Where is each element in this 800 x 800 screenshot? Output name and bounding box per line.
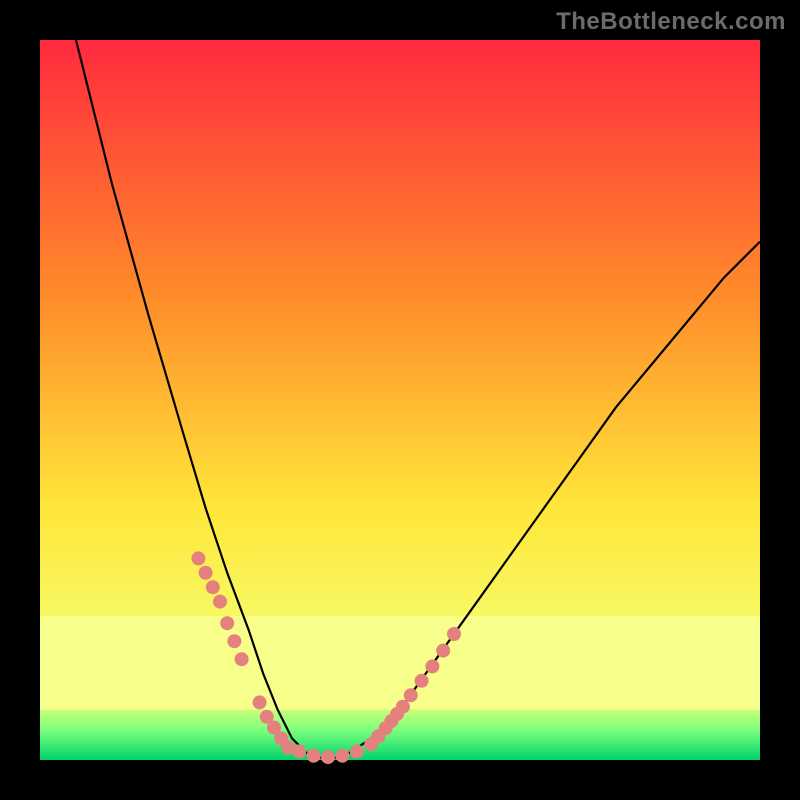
dot-dots-left (191, 551, 205, 565)
chart-svg (40, 40, 760, 760)
dot-dots-left (199, 566, 213, 580)
dot-dots-left (213, 595, 227, 609)
dot-dots-bottom (321, 750, 335, 764)
dot-dots-left (253, 695, 267, 709)
dot-dots-left (206, 580, 220, 594)
dot-dots-bottom (350, 744, 364, 758)
dot-dots-bottom (335, 749, 349, 763)
dot-dots-bottom (292, 744, 306, 758)
dot-dots-right (404, 688, 418, 702)
dot-dots-right (415, 674, 429, 688)
chart-container: TheBottleneck.com (0, 0, 800, 800)
dot-dots-right (396, 700, 410, 714)
color-bands (40, 616, 760, 760)
plot-area (40, 40, 760, 760)
dot-dots-right (436, 644, 450, 658)
dot-dots-right (447, 627, 461, 641)
dot-dots-bottom (307, 749, 321, 763)
dot-dots-left (220, 616, 234, 630)
dot-dots-left (235, 652, 249, 666)
band-pale-yellow (40, 616, 760, 710)
watermark-text: TheBottleneck.com (556, 8, 786, 36)
dot-dots-left (227, 634, 241, 648)
dot-dots-right (425, 659, 439, 673)
